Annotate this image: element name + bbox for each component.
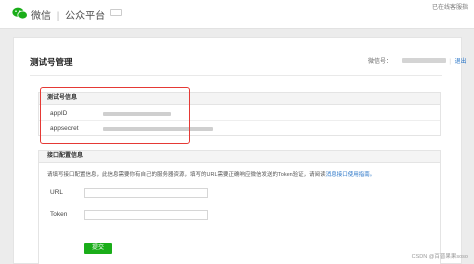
account-info: 微信号： | 退出 bbox=[368, 56, 467, 65]
interface-description-text: 请填写接口配置信息，此信息需要你有自己的服务器资源，填写的URL需要正确响应微信… bbox=[47, 172, 326, 178]
account-id-redacted bbox=[401, 58, 446, 63]
submit-button[interactable]: 提交 bbox=[84, 243, 112, 254]
page-title: 测试号管理 bbox=[30, 57, 73, 67]
brand-platform-label: 公众平台 bbox=[65, 11, 106, 22]
title-divider bbox=[30, 75, 442, 76]
brand-separator: | bbox=[56, 11, 60, 22]
top-bar: 微信 | 公众平台 已在线客服指 bbox=[0, 0, 474, 29]
top-right-link[interactable]: 已在线客服指 bbox=[432, 2, 468, 11]
logout-link[interactable]: 退出 bbox=[455, 59, 467, 65]
token-input[interactable] bbox=[84, 210, 208, 220]
highlight-frame bbox=[40, 87, 190, 144]
watermark: CSDN @百晋果果soso bbox=[411, 254, 468, 260]
brand-wechat-label: 微信 bbox=[31, 11, 51, 22]
interface-config-box: 接口配置信息 请填写接口配置信息，此信息需要你有自己的服务器资源，填写的URL需… bbox=[38, 150, 441, 264]
wechat-logo-icon bbox=[12, 7, 28, 20]
account-separator: | bbox=[449, 59, 451, 65]
doc-link[interactable]: 消息接口使用指南。 bbox=[326, 172, 376, 178]
brand-title[interactable]: 微信 | 公众平台 bbox=[31, 7, 122, 22]
account-label: 微信号： bbox=[368, 59, 393, 65]
url-input[interactable] bbox=[84, 188, 208, 198]
interface-description: 请填写接口配置信息，此信息需要你有自己的服务器资源，填写的URL需要正确响应微信… bbox=[47, 170, 375, 178]
url-label: URL bbox=[50, 189, 64, 196]
token-label: Token bbox=[50, 211, 68, 218]
interface-config-header: 接口配置信息 bbox=[39, 151, 440, 163]
brand-tag bbox=[109, 9, 122, 16]
